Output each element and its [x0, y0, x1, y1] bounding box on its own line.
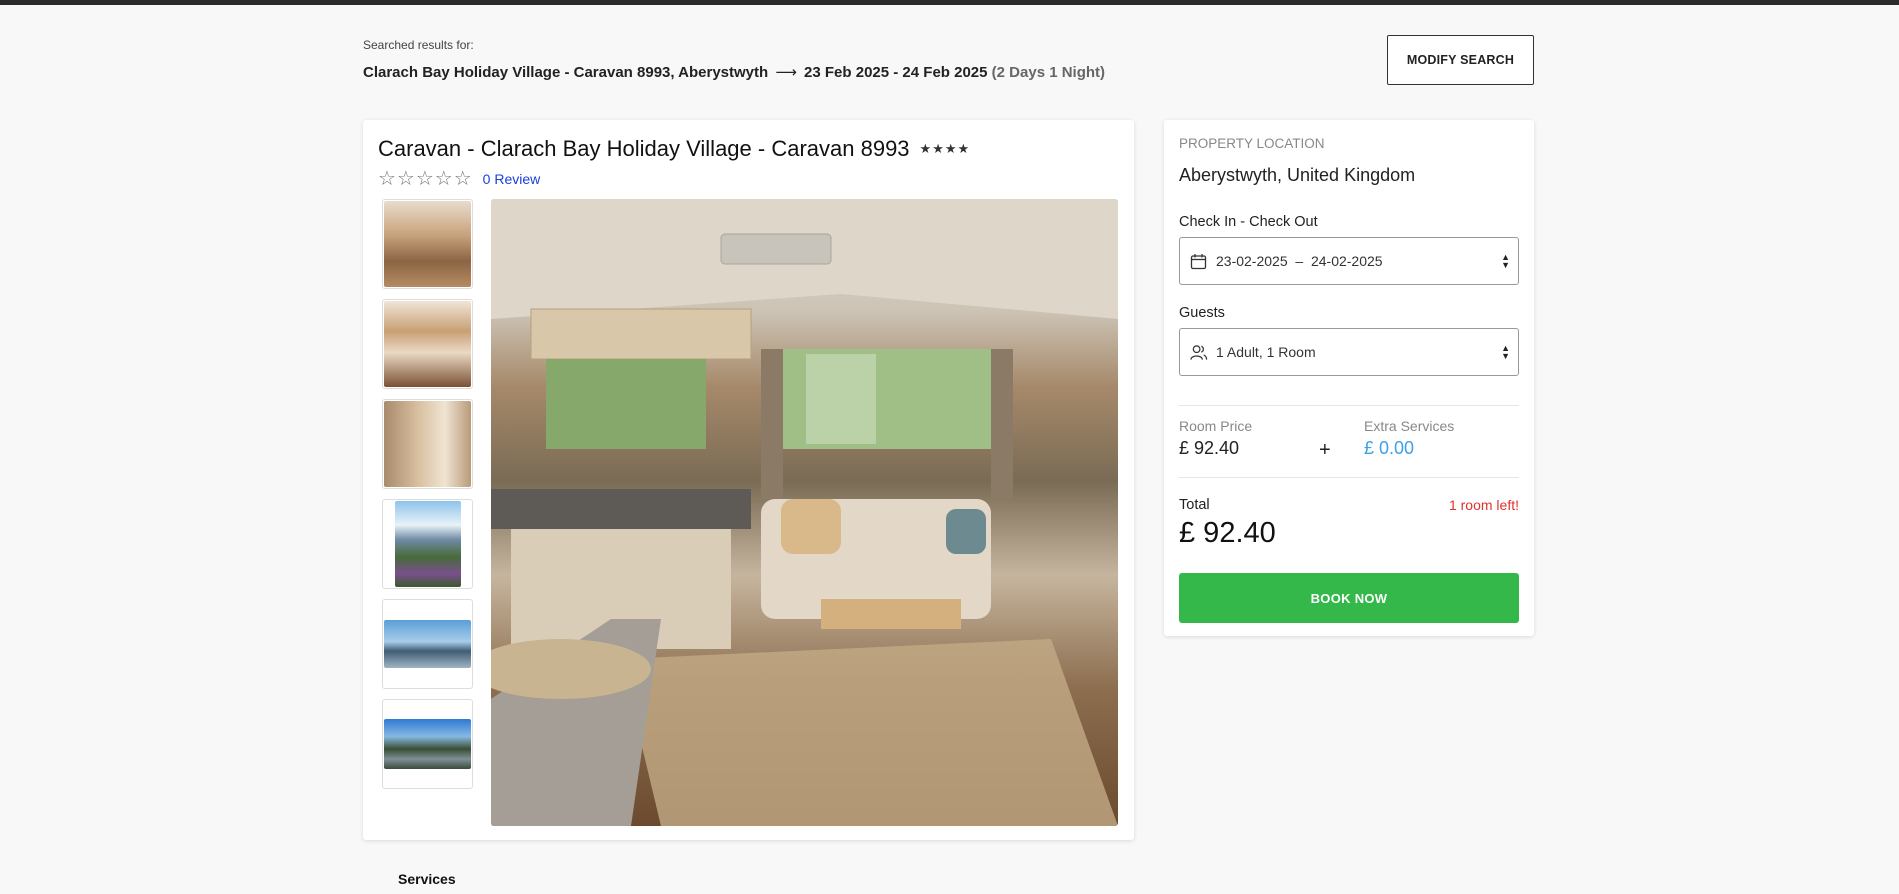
dates-label: Check In - Check Out	[1179, 214, 1318, 230]
search-summary: Searched results for: Clarach Bay Holida…	[363, 38, 1105, 81]
hotel-star-rating: ★★★★	[919, 141, 971, 156]
booking-card: PROPERTY LOCATION Aberystwyth, United Ki…	[1164, 120, 1534, 636]
property-location-label: PROPERTY LOCATION	[1179, 136, 1325, 151]
search-nights: (2 Days 1 Night)	[991, 64, 1106, 81]
coast-view-photo	[384, 719, 471, 769]
property-title: Caravan - Clarach Bay Holiday Village - …	[378, 136, 910, 161]
property-title-row: Caravan - Clarach Bay Holiday Village - …	[378, 136, 970, 162]
extra-services-price: £ 0.00	[1364, 438, 1415, 458]
thumbnail-4[interactable]	[382, 499, 473, 589]
search-summary-line: Clarach Bay Holiday Village - Caravan 89…	[363, 63, 1105, 81]
caravan-lounge-photo	[384, 201, 471, 287]
thumbnail-6[interactable]	[382, 699, 473, 789]
guests-value: 1 Adult, 1 Room	[1216, 344, 1316, 360]
guests-field[interactable]: 1 Adult, 1 Room ▲ ▼	[1179, 328, 1519, 376]
thumbnail-list	[382, 199, 473, 799]
date-range-value: 23-02-2025 – 24-02-2025	[1216, 253, 1383, 269]
sort-arrows-icon: ▲ ▼	[1501, 343, 1510, 361]
users-icon	[1190, 343, 1208, 361]
caravan-bathroom-photo	[384, 401, 471, 487]
arrow-right-icon: ⟶	[775, 64, 797, 81]
property-location: Aberystwyth, United Kingdom	[1179, 165, 1416, 185]
search-dates: 23 Feb 2025 - 24 Feb 2025	[804, 64, 988, 81]
extra-services-label: Extra Services	[1364, 418, 1455, 434]
total-price: £ 92.40	[1179, 517, 1276, 549]
thumbnail-2[interactable]	[382, 299, 473, 389]
modify-search-button[interactable]: MODIFY SEARCH	[1387, 35, 1534, 85]
search-summary-label: Searched results for:	[363, 38, 474, 52]
book-now-button[interactable]: BOOK NOW	[1179, 573, 1519, 623]
date-range-field[interactable]: 23-02-2025 – 24-02-2025 ▲ ▼	[1179, 237, 1519, 285]
total-label: Total	[1179, 497, 1210, 513]
divider	[1179, 405, 1519, 406]
thumbnail-5[interactable]	[382, 599, 473, 689]
review-link[interactable]: 0 Review	[483, 171, 541, 187]
caravan-living-room-illustration	[491, 199, 1118, 826]
room-price: £ 92.40	[1179, 438, 1240, 458]
review-row: ☆☆☆☆☆ 0 Review	[378, 166, 540, 191]
plus-sign: +	[1319, 439, 1331, 461]
guests-label: Guests	[1179, 305, 1225, 321]
sort-arrows-icon: ▲ ▼	[1501, 252, 1510, 270]
rooms-left-badge: 1 room left!	[1448, 497, 1519, 513]
thumbnail-1[interactable]	[382, 199, 473, 289]
room-price-label: Room Price	[1179, 418, 1253, 434]
divider	[1179, 477, 1519, 478]
beach-view-photo	[384, 620, 471, 668]
top-bar	[0, 0, 1899, 5]
calendar-icon	[1190, 252, 1208, 270]
caravan-bedroom-photo	[384, 301, 471, 387]
park-view-photo	[394, 501, 461, 587]
services-heading: Services	[398, 871, 456, 887]
user-rating-stars: ☆☆☆☆☆	[378, 168, 473, 190]
search-location: Clarach Bay Holiday Village - Caravan 89…	[363, 64, 769, 81]
property-card: Caravan - Clarach Bay Holiday Village - …	[363, 120, 1134, 840]
thumbnail-3[interactable]	[382, 399, 473, 489]
main-property-photo[interactable]	[491, 199, 1118, 826]
